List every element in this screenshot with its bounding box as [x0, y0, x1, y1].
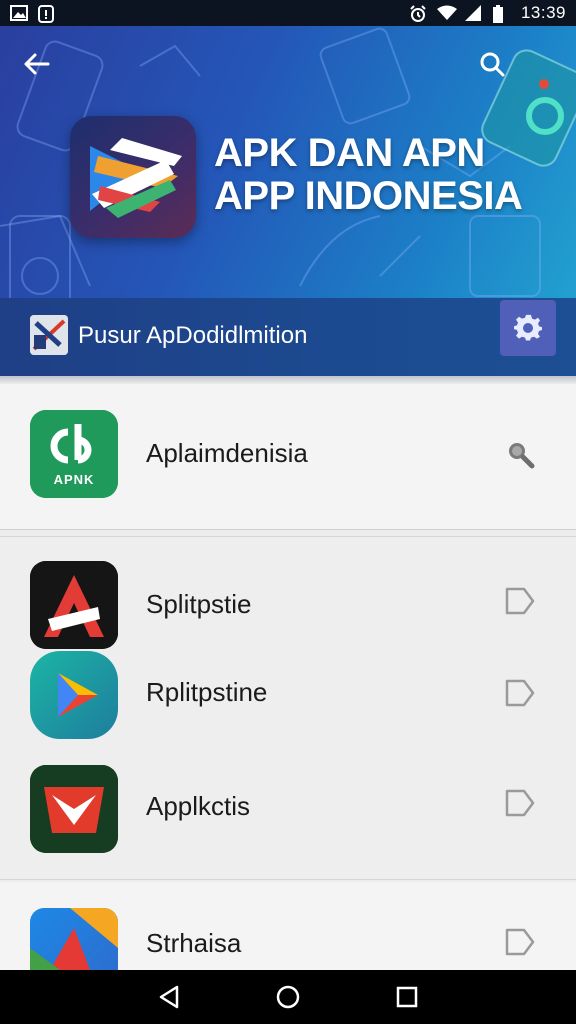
- alarm-icon: [409, 5, 427, 22]
- tag-arrow-icon: [505, 587, 535, 615]
- page-title: APK DAN APN APP INDONESIA: [214, 131, 523, 218]
- nav-recents-button[interactable]: [387, 977, 427, 1017]
- app-name: Strhaisa: [146, 928, 242, 958]
- nav-home-button[interactable]: [268, 977, 308, 1017]
- app-list-more: Strhaisa: [0, 882, 576, 972]
- wifi-icon: [436, 5, 457, 21]
- open-button[interactable]: [498, 671, 542, 715]
- app-name: Splitpstie: [146, 589, 252, 619]
- list-item[interactable]: Applkctis: [0, 765, 576, 861]
- app-name: Aplaimdenisia: [146, 438, 308, 468]
- list-item[interactable]: Rplitpstine: [0, 651, 576, 747]
- search-icon: [480, 52, 505, 77]
- battery-icon: [492, 5, 511, 23]
- apk-icon-text: APNK: [53, 472, 95, 487]
- title-line-1: APK DAN APN: [214, 131, 485, 175]
- app-icon-play-triangle: [30, 651, 118, 739]
- tag-arrow-icon: [505, 789, 535, 817]
- search-icon: [509, 443, 535, 469]
- section-header: Pusur ApDodidlmition: [0, 298, 576, 376]
- section-thumbnail-icon: [30, 315, 68, 355]
- open-button[interactable]: [498, 920, 542, 964]
- app-list: Splitpstie Rplitpstine Applkctis: [0, 536, 576, 880]
- open-button[interactable]: [498, 579, 542, 623]
- featured-card: APNK Aplaimdenisia: [0, 384, 576, 530]
- app-name: Applkctis: [146, 791, 251, 821]
- tag-arrow-icon: [505, 679, 535, 707]
- recents-square-icon: [396, 986, 417, 1008]
- open-button[interactable]: [498, 781, 542, 825]
- section-title: Pusur ApDodidlmition: [78, 322, 308, 349]
- app-icon-red-a: [30, 561, 118, 649]
- nav-back-button[interactable]: [149, 977, 189, 1017]
- gallery-icon: [10, 5, 28, 21]
- app-name: Rplitpstine: [146, 677, 268, 707]
- apk-app-icon: APNK: [30, 410, 118, 498]
- arrow-left-icon: [24, 53, 50, 75]
- header-banner: APK DAN APN APP INDONESIA: [0, 26, 576, 298]
- settings-gear-icon: [514, 314, 542, 341]
- navigation-bar: [0, 970, 576, 1024]
- app-icon-colorful: [30, 908, 118, 970]
- search-app-button[interactable]: [498, 432, 542, 476]
- settings-button[interactable]: [500, 300, 556, 356]
- clock: 13:39: [520, 3, 566, 22]
- status-bar: 13:39: [0, 0, 576, 26]
- notification-icon: [38, 5, 56, 23]
- list-item[interactable]: APNK Aplaimdenisia: [0, 410, 576, 506]
- tag-arrow-icon: [505, 928, 535, 956]
- signal-icon: [464, 5, 483, 21]
- title-line-2: APP INDONESIA: [214, 174, 523, 218]
- home-circle-icon: [276, 985, 300, 1009]
- list-item[interactable]: Strhaisa: [0, 908, 576, 972]
- app-icon-red-box: [30, 765, 118, 853]
- app-store-logo-icon: [70, 116, 196, 238]
- list-item[interactable]: Splitpstie: [0, 561, 576, 657]
- back-triangle-icon: [160, 985, 179, 1009]
- search-button[interactable]: [472, 44, 512, 84]
- divider: [0, 376, 576, 384]
- back-button[interactable]: [16, 46, 56, 82]
